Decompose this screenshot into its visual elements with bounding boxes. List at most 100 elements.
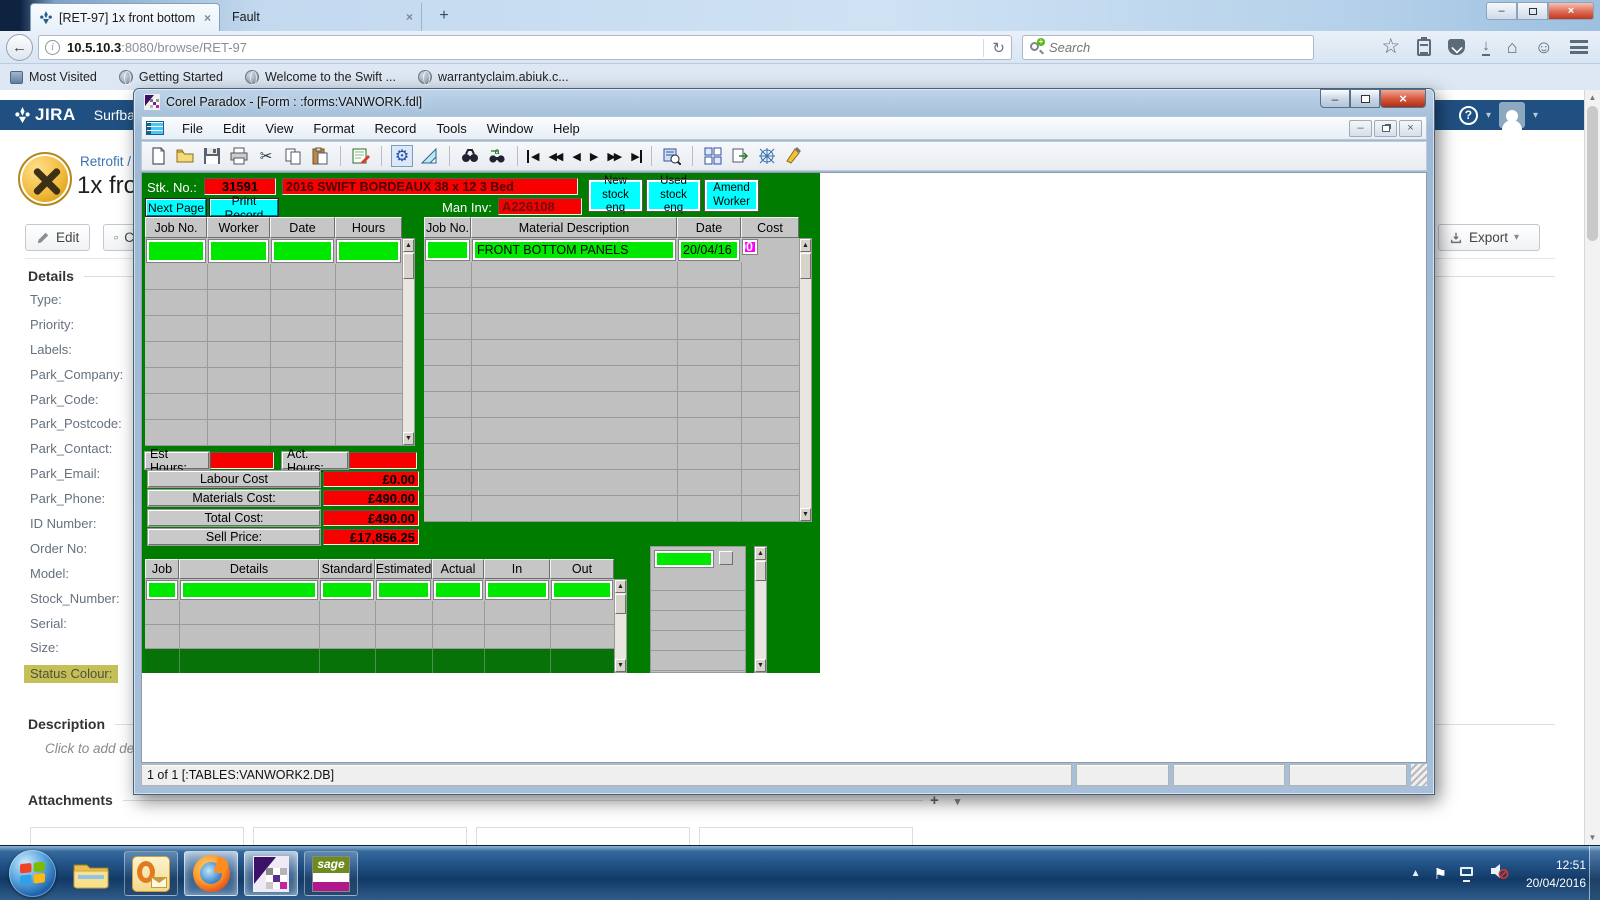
jira-logo[interactable]: JIRA (14, 105, 76, 125)
nav-fast-next[interactable]: ▶▶ (604, 150, 623, 163)
copy-form-icon[interactable] (729, 145, 751, 167)
mdi-close-button[interactable]: × (1399, 119, 1422, 137)
hidden-icons-button[interactable]: ▲ (1411, 868, 1421, 879)
standard-cell[interactable] (321, 581, 373, 599)
details-cell[interactable] (181, 581, 317, 599)
scrollbar-thumb[interactable] (755, 561, 766, 581)
volume-muted-icon[interactable] (1490, 863, 1509, 884)
scroll-up-icon[interactable]: ▲ (403, 239, 414, 252)
used-stock-enq-button[interactable]: Used stock enq (646, 175, 701, 214)
nav-last-record[interactable]: ▶ (628, 149, 642, 163)
worker-cell[interactable] (209, 240, 268, 262)
job-cell[interactable] (147, 581, 177, 599)
bookmark-star-icon[interactable]: ☆ (1381, 34, 1400, 60)
menu-record[interactable]: Record (364, 121, 426, 136)
minimize-button[interactable]: – (1320, 89, 1350, 108)
find-replace-icon[interactable]: a (486, 145, 508, 167)
search-bar[interactable]: + (1022, 35, 1314, 60)
start-button[interactable] (9, 850, 56, 897)
net-icon[interactable] (756, 145, 778, 167)
next-page-button[interactable]: Next Page (145, 198, 207, 217)
feedback-smiley-icon[interactable]: ☺ (1535, 34, 1553, 60)
menu-hamburger-icon[interactable] (1570, 40, 1588, 54)
scroll-down-icon[interactable]: ▼ (403, 432, 414, 445)
taskbar-sage[interactable]: sage (304, 851, 358, 896)
scroll-down-icon[interactable]: ▼ (800, 508, 811, 521)
print-icon[interactable] (228, 145, 250, 167)
scroll-up-icon[interactable]: ▲ (615, 580, 626, 593)
print-record-button[interactable]: Print Record (209, 194, 279, 222)
clock[interactable]: 12:51 20/04/2016 (1526, 856, 1586, 892)
menu-file[interactable]: File (172, 121, 213, 136)
open-folder-icon[interactable] (174, 145, 196, 167)
date-cell[interactable] (272, 240, 333, 262)
nav-first-record[interactable]: ◀ (527, 149, 540, 163)
form-design-icon[interactable] (350, 145, 372, 167)
avatar[interactable] (1498, 102, 1525, 130)
material-description-cell[interactable]: FRONT BOTTOM PANELS (473, 240, 675, 260)
show-desktop-button[interactable] (1589, 846, 1600, 900)
labour-table-scrollbar[interactable]: ▲ ▼ (402, 238, 415, 446)
scroll-down-icon[interactable]: ▼ (1585, 830, 1600, 845)
scroll-up-icon[interactable]: ▲ (755, 547, 766, 560)
in-cell[interactable] (486, 581, 548, 599)
scroll-up-icon[interactable]: ▲ (800, 239, 811, 252)
description-placeholder[interactable]: Click to add des (45, 741, 141, 756)
scrollbar-thumb[interactable] (1587, 106, 1598, 241)
find-icon[interactable] (459, 145, 481, 167)
maximize-button[interactable] (1350, 89, 1380, 108)
scroll-up-icon[interactable]: ▲ (1585, 90, 1600, 105)
actual-cell[interactable] (434, 581, 482, 599)
taskbar-explorer[interactable] (64, 851, 118, 896)
est-hours-field[interactable] (210, 452, 274, 469)
bookmark-getting-started[interactable]: Getting Started (118, 70, 223, 85)
site-info-icon[interactable]: i (45, 40, 60, 55)
export-button[interactable]: Export ▾ (1438, 224, 1540, 251)
nav-fast-prev[interactable]: ◀◀ (545, 150, 564, 163)
reload-icon[interactable]: ↻ (983, 38, 1005, 57)
paste-icon[interactable] (309, 145, 331, 167)
chevron-down-icon[interactable]: ▾ (955, 792, 961, 812)
window-tile-icon[interactable] (702, 145, 724, 167)
close-button[interactable]: × (1380, 89, 1426, 108)
act-hours-field[interactable] (349, 452, 417, 469)
view-data-icon[interactable] (661, 145, 683, 167)
tab-close-icon[interactable]: × (406, 10, 413, 24)
scrollbar-thumb[interactable] (615, 594, 626, 614)
stk-no-field[interactable]: 31591 (204, 178, 276, 195)
new-stock-enq-button[interactable]: New stock enq (588, 175, 643, 214)
mdi-document-icon[interactable] (146, 121, 164, 135)
taskbar-outlook[interactable] (124, 851, 178, 896)
taskbar-paradox[interactable] (244, 851, 298, 896)
home-icon[interactable]: ⌂ (1507, 34, 1518, 60)
jobs-table-scrollbar[interactable]: ▲ ▼ (614, 579, 627, 673)
menu-view[interactable]: View (255, 121, 303, 136)
unit-description-field[interactable]: 2016 SWIFT BORDEAUX 38 x 12 3 Bed (282, 178, 578, 195)
help-icon[interactable]: ? (1458, 105, 1478, 125)
tab-fault[interactable]: Fault × (224, 3, 422, 31)
action-center-flag-icon[interactable]: ⚑ (1433, 865, 1446, 883)
man-inv-field[interactable]: A226108 (498, 198, 582, 215)
mini-checkbox[interactable] (719, 551, 733, 565)
breadcrumb[interactable]: Retrofit / (80, 154, 131, 169)
new-tab-button[interactable]: + (432, 6, 456, 26)
back-button[interactable]: ← (6, 34, 33, 61)
hours-cell[interactable] (337, 240, 400, 262)
new-document-icon[interactable] (147, 145, 169, 167)
materials-table-scrollbar[interactable]: ▲ ▼ (799, 238, 812, 522)
design-tools-icon[interactable] (418, 145, 440, 167)
job-no-cell[interactable] (426, 240, 469, 260)
bookmark-most-visited[interactable]: Most Visited (10, 70, 97, 84)
add-attachment-icon[interactable]: + (930, 792, 939, 812)
scroll-down-icon[interactable]: ▼ (615, 659, 626, 672)
edit-button[interactable]: Edit (25, 224, 91, 251)
menu-window[interactable]: Window (477, 121, 543, 136)
paradox-titlebar[interactable]: Corel Paradox - [Form : :forms:VANWORK.f… (144, 94, 422, 110)
nav-next-record[interactable]: ▶ (587, 150, 599, 163)
mini-current-cell[interactable] (655, 551, 713, 567)
chevron-down-icon[interactable]: ▾ (1533, 110, 1538, 121)
bookmark-warrantyclaim[interactable]: warrantyclaim.abiuk.c... (418, 70, 569, 85)
out-cell[interactable] (552, 581, 612, 599)
maximize-button[interactable] (1517, 2, 1548, 20)
tab-close-icon[interactable]: × (204, 11, 211, 25)
